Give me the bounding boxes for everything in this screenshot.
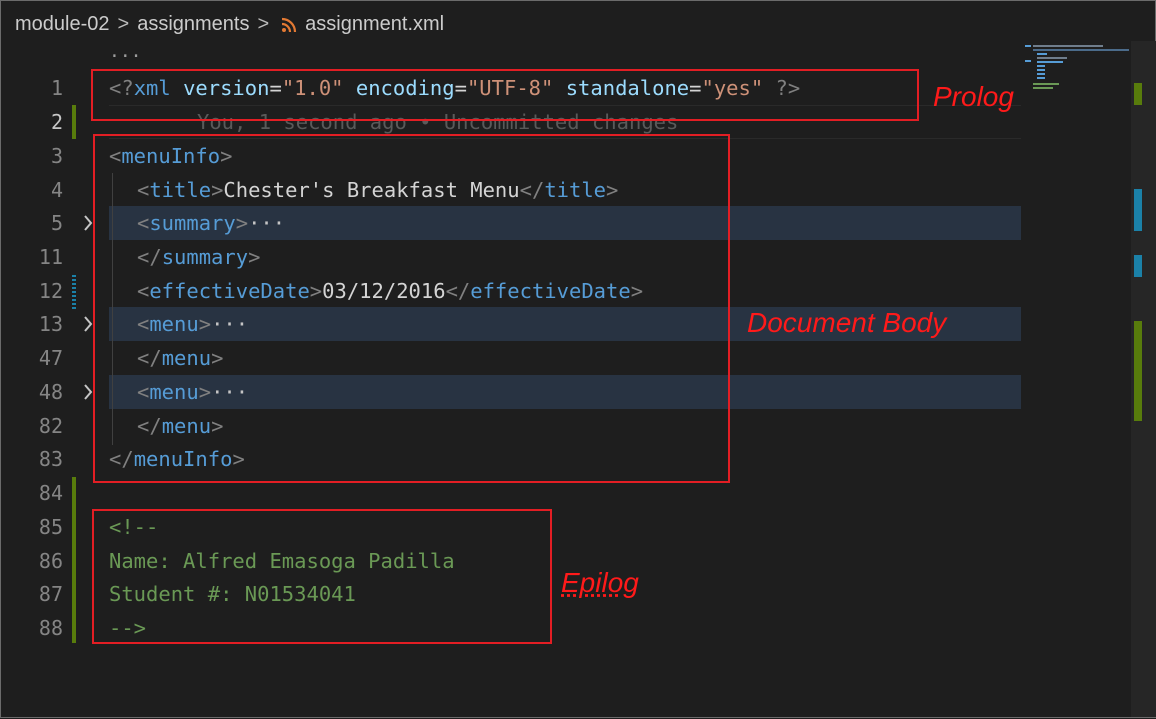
line-number: 47 bbox=[38, 346, 63, 370]
breadcrumb: module-02 > assignments > assignment.xml bbox=[15, 11, 444, 37]
line-number: 85 bbox=[38, 515, 63, 539]
line-number: 86 bbox=[38, 549, 63, 573]
code-editor[interactable]: module-02 > assignments > assignment.xml… bbox=[1, 1, 1156, 719]
line-number: 48 bbox=[38, 380, 63, 404]
line-number: 11 bbox=[38, 245, 63, 269]
line-number: 88 bbox=[38, 616, 63, 640]
line-number: 83 bbox=[38, 447, 63, 471]
breadcrumb-file[interactable]: assignment.xml bbox=[305, 13, 444, 36]
breadcrumb-subfolder[interactable]: assignments bbox=[137, 13, 249, 36]
epilog-box bbox=[92, 509, 552, 644]
breadcrumb-separator: > bbox=[117, 12, 130, 35]
git-modified-marker[interactable] bbox=[72, 275, 76, 309]
line-number: 2 bbox=[50, 110, 63, 134]
line-number: 5 bbox=[50, 211, 63, 235]
prolog-box bbox=[91, 69, 919, 121]
document-body-label: Document Body bbox=[747, 307, 947, 338]
git-added-marker[interactable] bbox=[72, 477, 76, 643]
epilog-label: Epilog bbox=[561, 567, 639, 598]
scrollbar-git-marker bbox=[1134, 189, 1142, 231]
scrollbar-git-marker bbox=[1134, 321, 1142, 421]
document-body-box bbox=[93, 134, 730, 483]
scrollbar-git-marker bbox=[1134, 83, 1142, 105]
minimap[interactable] bbox=[1023, 43, 1131, 103]
scrollbar-git-marker bbox=[1134, 255, 1142, 277]
line-number: 12 bbox=[38, 279, 63, 303]
line-number: 4 bbox=[50, 178, 63, 202]
breadcrumb-separator: > bbox=[257, 12, 270, 35]
prolog-label: Prolog bbox=[933, 81, 1014, 112]
breadcrumb-ellipsis[interactable]: ... bbox=[109, 41, 142, 62]
line-number: 13 bbox=[38, 312, 63, 336]
line-number: 87 bbox=[38, 582, 63, 606]
vertical-scrollbar[interactable] bbox=[1131, 41, 1156, 717]
line-number: 82 bbox=[38, 414, 63, 438]
git-added-marker[interactable] bbox=[72, 105, 76, 139]
line-number: 84 bbox=[38, 481, 63, 505]
rss-icon bbox=[281, 16, 297, 33]
line-number: 1 bbox=[50, 76, 63, 100]
breadcrumb-folder[interactable]: module-02 bbox=[15, 13, 110, 36]
line-number: 3 bbox=[50, 144, 63, 168]
